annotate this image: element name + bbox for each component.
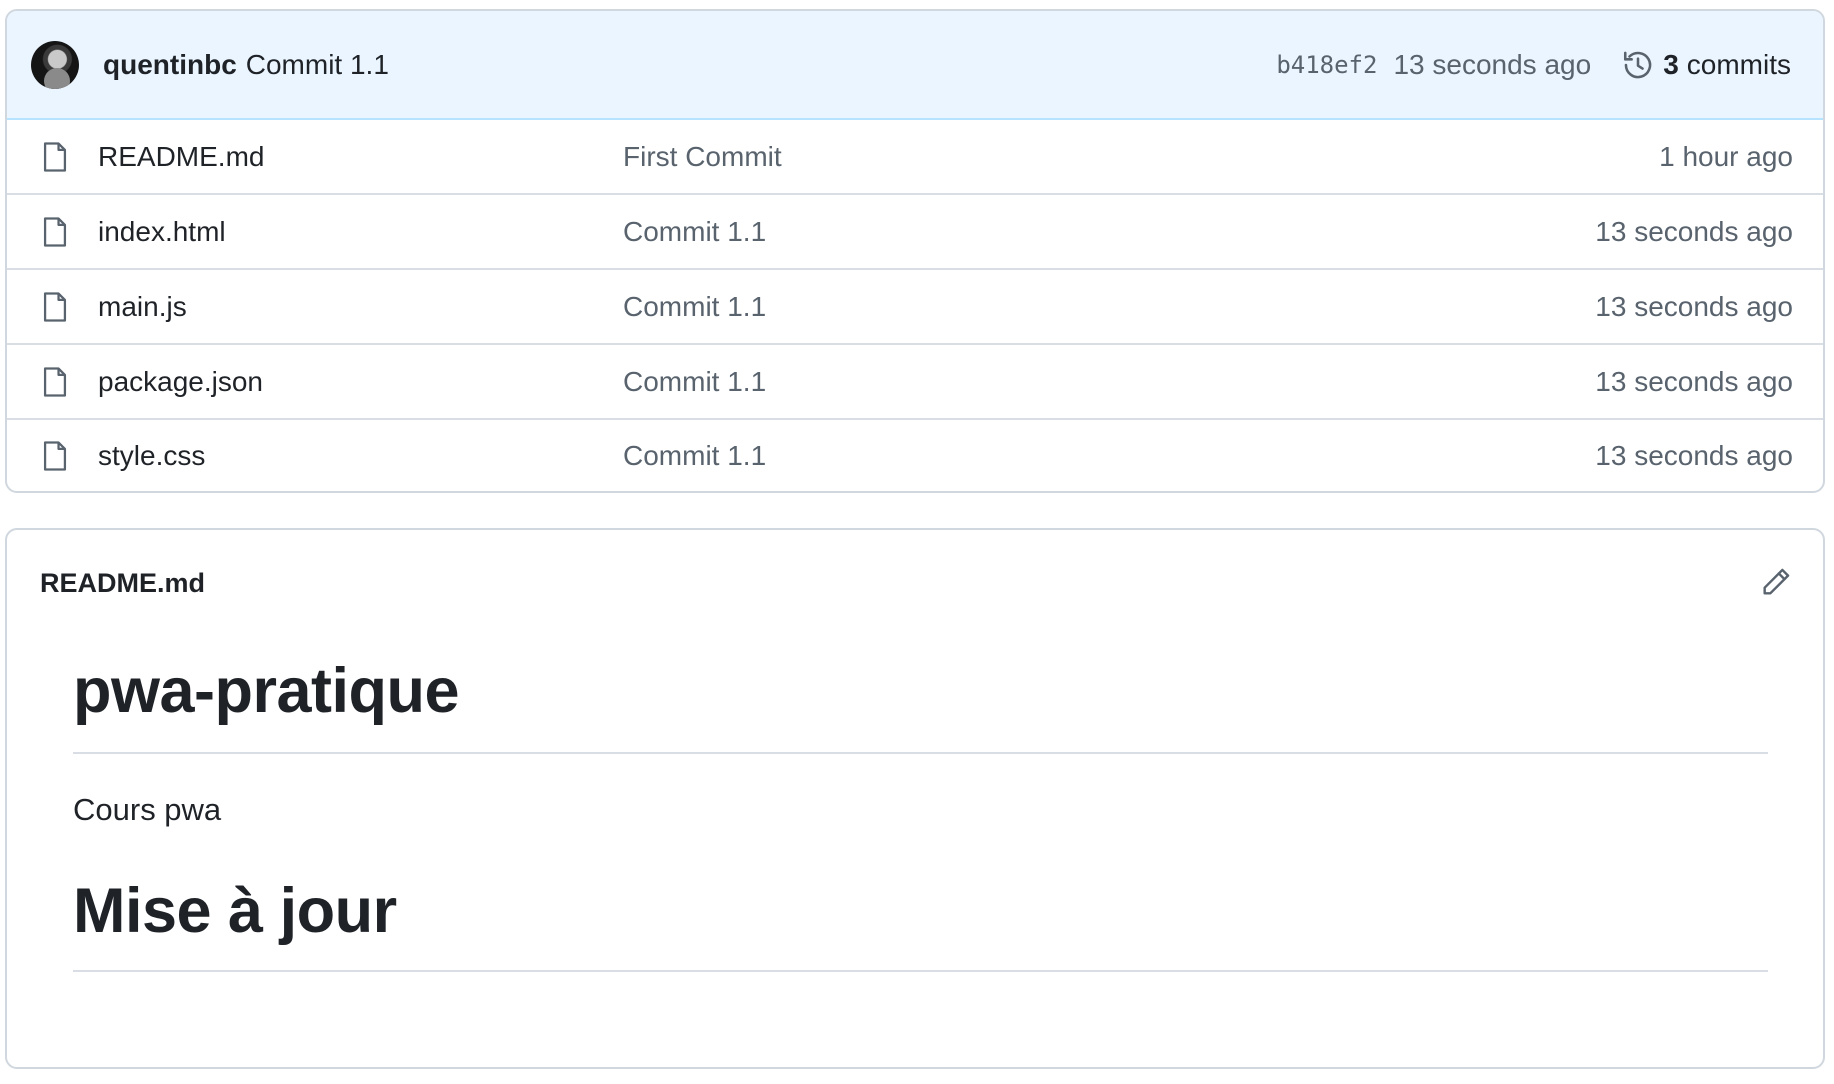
commit-count: 3 — [1663, 48, 1679, 80]
history-icon — [1624, 51, 1652, 78]
readme-paragraph: Cours pwa — [73, 792, 222, 827]
file-row[interactable]: package.json Commit 1.1 13 seconds ago — [7, 345, 1823, 420]
readme-content: pwa-pratique Cours pwa Mise à jour — [73, 650, 1768, 972]
file-age: 13 seconds ago — [1595, 365, 1793, 397]
commits-history-link[interactable]: 3 commits — [1621, 48, 1791, 82]
file-age: 13 seconds ago — [1595, 290, 1793, 322]
file-commit-message[interactable]: Commit 1.1 — [623, 216, 1595, 248]
file-icon — [43, 216, 67, 247]
file-age: 1 hour ago — [1659, 140, 1793, 172]
file-icon — [43, 366, 67, 397]
readme-filename[interactable]: README.md — [40, 568, 205, 599]
file-icon — [43, 141, 67, 172]
repo-file-view: quentinbc Commit 1.1 b418ef2 13 seconds … — [0, 0, 1834, 1084]
file-commit-message[interactable]: Commit 1.1 — [623, 366, 1595, 398]
file-row[interactable]: index.html Commit 1.1 13 seconds ago — [7, 195, 1823, 270]
readme-panel: README.md pwa-pratique Cours pwa Mise à … — [5, 528, 1825, 1069]
commit-count-label: commits — [1686, 48, 1791, 80]
commit-time: 13 seconds ago — [1393, 48, 1592, 80]
file-icon — [43, 440, 67, 471]
file-icon — [43, 291, 67, 322]
avatar[interactable] — [31, 40, 79, 89]
file-browser: quentinbc Commit 1.1 b418ef2 13 seconds … — [5, 9, 1825, 493]
file-row[interactable]: README.md First Commit 1 hour ago — [7, 120, 1823, 195]
file-age: 13 seconds ago — [1595, 215, 1793, 247]
file-commit-message[interactable]: Commit 1.1 — [623, 291, 1595, 323]
commit-author[interactable]: quentinbc — [103, 49, 237, 81]
commit-message[interactable]: Commit 1.1 — [246, 49, 389, 81]
file-name[interactable]: index.html — [98, 216, 623, 248]
file-row[interactable]: style.css Commit 1.1 13 seconds ago — [7, 420, 1823, 491]
file-name[interactable]: style.css — [98, 440, 623, 472]
file-row[interactable]: main.js Commit 1.1 13 seconds ago — [7, 270, 1823, 345]
file-age: 13 seconds ago — [1595, 439, 1793, 471]
pencil-icon[interactable] — [1759, 565, 1793, 599]
file-name[interactable]: README.md — [98, 141, 623, 173]
file-commit-message[interactable]: First Commit — [623, 141, 1659, 173]
readme-heading-second: Mise à jour — [73, 870, 1768, 972]
file-name[interactable]: main.js — [98, 291, 623, 323]
latest-commit-bar: quentinbc Commit 1.1 b418ef2 13 seconds … — [7, 11, 1823, 120]
commit-sha[interactable]: b418ef2 — [1276, 51, 1377, 79]
file-commit-message[interactable]: Commit 1.1 — [623, 440, 1595, 472]
file-name[interactable]: package.json — [98, 366, 623, 398]
readme-heading: pwa-pratique — [73, 650, 1768, 754]
